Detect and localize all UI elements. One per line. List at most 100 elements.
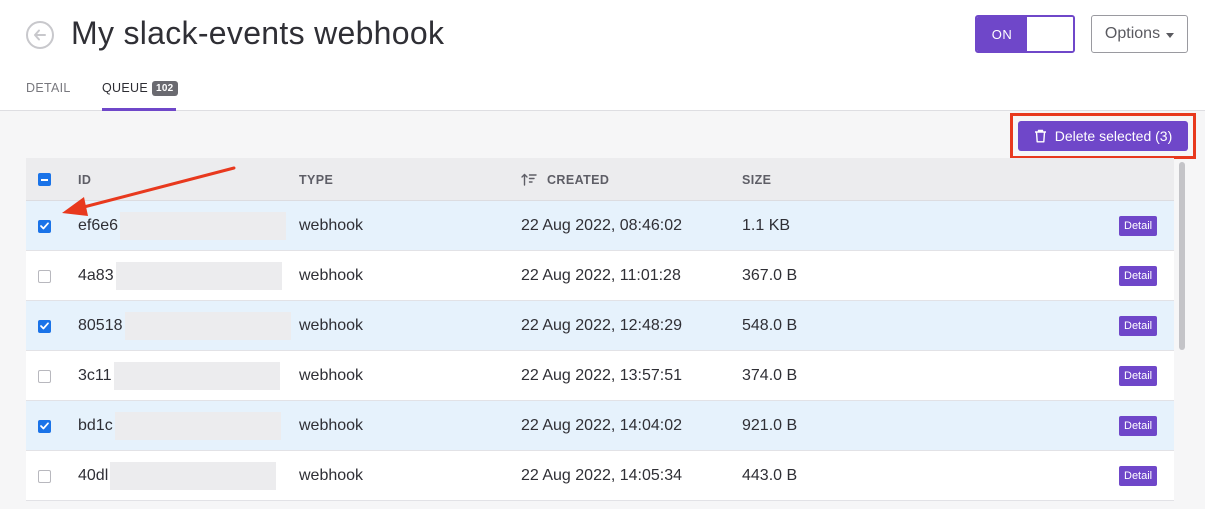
row-checkbox[interactable] — [38, 419, 51, 433]
row-type: webhook — [299, 367, 364, 384]
table-body: ef6e6 webhook 22 Aug 2022, 08:46:02 1.1 … — [26, 201, 1174, 501]
redacted-block — [114, 412, 281, 440]
row-size: 367.0 B — [742, 267, 798, 284]
row-size: 921.0 B — [742, 417, 798, 434]
row-id-text: 40dl — [78, 467, 109, 484]
column-header-type[interactable]: TYPE — [299, 158, 333, 201]
row-id-text: 3c11 — [78, 367, 112, 384]
tab-detail[interactable]: DETAIL — [26, 81, 71, 111]
column-header-created[interactable]: CREATED — [521, 158, 609, 201]
redacted-block — [110, 462, 277, 490]
sort-desc-icon — [521, 173, 537, 186]
check-icon — [40, 222, 49, 230]
row-checkbox-cell — [38, 251, 51, 301]
vertical-scrollbar[interactable] — [1177, 158, 1187, 509]
row-id-text: bd1c — [78, 417, 113, 434]
back-button[interactable] — [26, 21, 54, 49]
detail-button[interactable]: Detail — [1119, 316, 1158, 336]
row-created: 22 Aug 2022, 12:48:29 — [521, 317, 683, 334]
row-action: Detail — [1119, 401, 1158, 451]
detail-button[interactable]: Detail — [1119, 216, 1158, 236]
row-checkbox-cell — [38, 401, 51, 451]
queue-count-badge: 102 — [151, 81, 178, 96]
row-size: 548.0 B — [742, 317, 798, 334]
row-checkbox-cell — [38, 451, 51, 501]
row-type: webhook — [299, 317, 364, 334]
redacted-block — [120, 212, 287, 240]
header-select-all — [38, 158, 51, 201]
row-checkbox[interactable] — [38, 269, 51, 283]
row-size: 374.0 B — [742, 367, 798, 384]
table-row[interactable]: bd1c webhook 22 Aug 2022, 14:04:02 921.0… — [26, 401, 1174, 451]
table-row[interactable]: ef6e6 webhook 22 Aug 2022, 08:46:02 1.1 … — [26, 201, 1174, 251]
row-action: Detail — [1119, 251, 1158, 301]
table-row[interactable]: 80518 webhook 22 Aug 2022, 12:48:29 548.… — [26, 301, 1174, 351]
row-id: 3c11 — [78, 351, 280, 401]
row-created: 22 Aug 2022, 14:05:34 — [521, 467, 683, 484]
check-icon — [40, 322, 49, 330]
detail-button[interactable]: Detail — [1119, 466, 1158, 486]
delete-selected-button[interactable]: Delete selected (3) — [1018, 121, 1188, 151]
delete-selected-label: Delete selected (3) — [1054, 128, 1173, 144]
queue-panel: Delete selected (3) ID TYPE CREATED SIZE — [0, 111, 1205, 509]
column-header-size[interactable]: SIZE — [742, 158, 771, 201]
row-created: 22 Aug 2022, 11:01:28 — [521, 267, 681, 284]
row-created: 22 Aug 2022, 14:04:02 — [521, 417, 683, 434]
table-row[interactable]: 40dl webhook 22 Aug 2022, 14:05:34 443.0… — [26, 451, 1174, 501]
trash-icon — [1034, 129, 1046, 143]
tab-queue[interactable]: QUEUE 102 — [102, 81, 178, 111]
toggle-knob — [1027, 17, 1073, 51]
table-row[interactable]: 3c11 webhook 22 Aug 2022, 13:57:51 374.0… — [26, 351, 1174, 401]
redacted-block — [115, 262, 282, 290]
queue-table: ID TYPE CREATED SIZE ef6e6 webhook 22 Au… — [26, 158, 1174, 501]
row-created: 22 Aug 2022, 13:57:51 — [521, 367, 683, 384]
row-type: webhook — [299, 217, 364, 234]
highlight-box: Delete selected (3) — [1010, 113, 1196, 159]
row-action: Detail — [1119, 451, 1158, 501]
options-dropdown-button[interactable]: Options — [1091, 15, 1188, 53]
table-header: ID TYPE CREATED SIZE — [26, 158, 1174, 201]
page-title: My slack-events webhook — [71, 15, 445, 51]
detail-button[interactable]: Detail — [1119, 266, 1158, 286]
column-header-id[interactable]: ID — [78, 158, 91, 201]
row-id-text: ef6e6 — [78, 217, 119, 234]
row-id: ef6e6 — [78, 201, 287, 251]
row-action: Detail — [1119, 201, 1158, 251]
row-type: webhook — [299, 267, 364, 284]
scrollbar-thumb[interactable] — [1179, 162, 1185, 350]
row-id-text: 4a83 — [78, 267, 114, 284]
options-label: Options — [1104, 25, 1161, 42]
enable-toggle[interactable]: ON — [975, 15, 1075, 53]
row-id: bd1c — [78, 401, 281, 451]
detail-button[interactable]: Detail — [1119, 366, 1158, 386]
row-created: 22 Aug 2022, 08:46:02 — [521, 217, 683, 234]
column-header-created-label: CREATED — [547, 172, 610, 187]
row-checkbox[interactable] — [38, 319, 51, 333]
select-all-checkbox[interactable] — [38, 173, 51, 186]
check-icon — [40, 422, 49, 430]
row-action: Detail — [1119, 351, 1158, 401]
back-arrow-icon — [34, 29, 46, 41]
row-type: webhook — [299, 417, 364, 434]
tab-detail-label: DETAIL — [26, 81, 71, 95]
row-type: webhook — [299, 467, 364, 484]
tab-queue-label: QUEUE — [102, 81, 148, 95]
redacted-block — [124, 312, 291, 340]
row-size: 1.1 KB — [742, 217, 791, 234]
row-action: Detail — [1119, 301, 1158, 351]
row-checkbox[interactable] — [38, 369, 51, 383]
row-checkbox[interactable] — [38, 469, 51, 483]
tab-bar: DETAIL QUEUE 102 — [0, 70, 1205, 111]
row-checkbox-cell — [38, 301, 51, 351]
redacted-block — [113, 362, 280, 390]
row-size: 443.0 B — [742, 467, 798, 484]
chevron-down-icon — [1166, 32, 1175, 38]
toggle-on-label: ON — [977, 17, 1027, 51]
row-checkbox[interactable] — [38, 219, 51, 233]
row-checkbox-cell — [38, 201, 51, 251]
table-row[interactable]: 4a83 webhook 22 Aug 2022, 11:01:28 367.0… — [26, 251, 1174, 301]
row-id: 80518 — [78, 301, 291, 351]
detail-button[interactable]: Detail — [1119, 416, 1158, 436]
row-id: 40dl — [78, 451, 277, 501]
row-id-text: 80518 — [78, 317, 123, 334]
